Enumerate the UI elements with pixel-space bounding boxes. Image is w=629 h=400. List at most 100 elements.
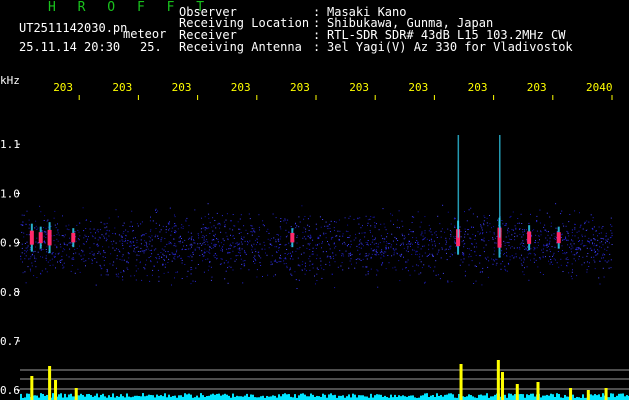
noise-dot — [333, 242, 335, 244]
noise-dot — [224, 278, 226, 280]
noise-dot — [91, 235, 93, 237]
noise-dot — [116, 248, 118, 250]
floor-bar — [140, 396, 142, 400]
noise-dot — [90, 232, 92, 234]
noise-dot — [481, 284, 483, 286]
echo-core — [71, 232, 76, 243]
noise-dot — [323, 234, 325, 236]
x-tick-label: 2040 — [586, 81, 613, 94]
noise-dot — [264, 248, 266, 250]
noise-dot — [212, 230, 214, 232]
noise-dot — [69, 237, 70, 239]
floor-bar — [310, 393, 312, 400]
floor-bar — [346, 396, 348, 400]
noise-dot — [159, 224, 160, 226]
floor-bar — [480, 394, 482, 400]
noise-dot — [335, 245, 337, 247]
noise-dot — [305, 238, 307, 240]
noise-dot — [277, 238, 279, 240]
noise-dot — [270, 243, 271, 245]
noise-dot — [54, 210, 56, 212]
noise-dot — [198, 235, 199, 237]
noise-dot — [24, 271, 26, 273]
noise-dot — [391, 233, 393, 235]
noise-dot — [525, 248, 527, 250]
noise-dot — [574, 254, 576, 256]
noise-dot — [365, 274, 367, 276]
noise-dot — [199, 255, 201, 256]
noise-dot — [381, 249, 383, 251]
noise-dot — [359, 258, 361, 260]
noise-dot — [35, 246, 37, 248]
noise-dot — [514, 256, 516, 258]
noise-dot — [468, 264, 470, 266]
noise-dot — [511, 255, 513, 256]
noise-dot — [25, 247, 27, 249]
noise-dot — [590, 256, 592, 258]
noise-dot — [251, 251, 253, 253]
noise-dot — [558, 266, 560, 268]
noise-dot — [580, 225, 582, 227]
noise-dot — [566, 252, 568, 254]
noise-dot — [198, 247, 200, 249]
noise-dot — [596, 230, 597, 231]
noise-dot — [349, 235, 351, 237]
noise-dot — [476, 246, 478, 248]
noise-dot — [546, 212, 548, 214]
echo-core — [290, 232, 295, 243]
noise-dot — [122, 279, 124, 281]
noise-dot — [42, 248, 44, 250]
noise-dot — [275, 259, 276, 261]
floor-bar — [184, 393, 186, 400]
noise-dot — [211, 226, 213, 228]
noise-dot — [202, 235, 204, 236]
noise-dot — [123, 259, 125, 261]
floor-bar — [68, 394, 70, 400]
noise-dot — [574, 223, 576, 225]
noise-dot — [410, 242, 412, 244]
noise-dot — [359, 253, 361, 255]
noise-dot — [585, 230, 587, 231]
noise-dot — [543, 245, 545, 247]
noise-dot — [133, 248, 135, 250]
noise-dot — [513, 247, 515, 249]
noise-dot — [378, 246, 380, 248]
floor-bar — [566, 396, 568, 400]
noise-dot — [284, 253, 286, 254]
noise-dot — [610, 236, 612, 238]
noise-dot — [82, 258, 84, 260]
floor-bar — [410, 395, 412, 400]
noise-dot — [440, 257, 442, 259]
noise-dot — [165, 231, 167, 233]
floor-bar — [218, 393, 220, 400]
noise-dot — [204, 216, 206, 218]
noise-dot — [334, 287, 336, 289]
noise-dot — [155, 222, 157, 224]
noise-dot — [355, 259, 357, 260]
floor-bar — [422, 395, 424, 400]
noise-dot — [382, 238, 384, 240]
floor-bar — [236, 395, 238, 400]
noise-dot — [535, 259, 537, 261]
noise-dot — [104, 252, 106, 254]
noise-dot — [68, 256, 70, 258]
noise-dot — [237, 255, 239, 256]
noise-dot — [501, 220, 503, 221]
noise-dot — [384, 251, 386, 253]
noise-dot — [463, 252, 465, 254]
noise-dot — [92, 254, 94, 256]
noise-dot — [283, 260, 285, 262]
noise-dot — [239, 218, 241, 220]
noise-dot — [181, 249, 183, 251]
noise-dot — [315, 283, 316, 285]
noise-dot — [305, 265, 306, 267]
noise-dot — [232, 269, 234, 271]
noise-dot — [516, 256, 517, 258]
noise-dot — [377, 286, 379, 288]
floor-bar — [212, 393, 214, 400]
noise-dot — [515, 228, 517, 230]
noise-dot — [180, 240, 181, 242]
floor-bar — [450, 393, 452, 400]
noise-dot — [223, 244, 225, 246]
noise-dot — [279, 244, 280, 246]
